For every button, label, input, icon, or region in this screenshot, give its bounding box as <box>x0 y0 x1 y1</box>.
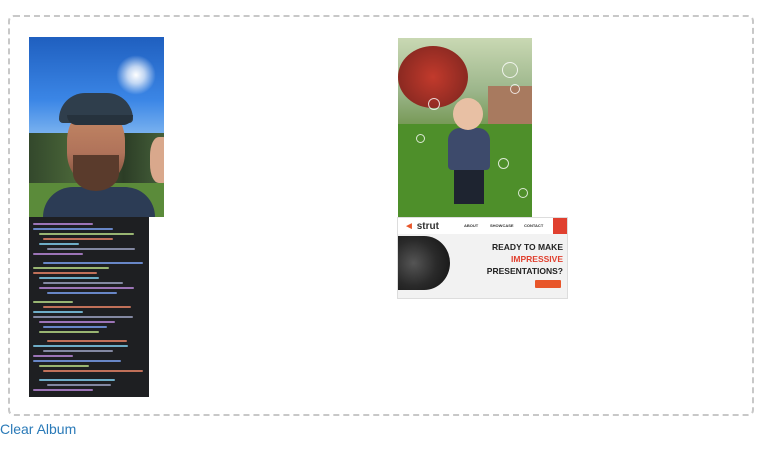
code-line <box>33 301 73 303</box>
code-line <box>33 360 121 362</box>
code-line <box>43 350 113 352</box>
code-line <box>39 287 134 289</box>
code-line <box>33 272 97 274</box>
code-line <box>33 345 128 347</box>
strut-hero-image <box>398 236 450 290</box>
strut-cta-button <box>535 280 561 288</box>
toddler-head <box>453 98 483 130</box>
bubble <box>498 158 509 169</box>
code-line <box>33 389 93 391</box>
strut-menu-showcase: SHOWCASE <box>490 223 514 228</box>
code-line <box>33 316 133 318</box>
code-line <box>39 365 89 367</box>
code-line <box>39 243 79 245</box>
strut-ribbon <box>553 218 567 234</box>
code-line <box>33 223 93 225</box>
album-screenshot-strut[interactable]: ◄ strut ABOUT SHOWCASE CONTACT READY TO … <box>397 217 568 299</box>
code-line <box>47 384 111 386</box>
bubble <box>416 134 425 143</box>
code-line <box>43 262 143 264</box>
code-line <box>39 331 99 333</box>
code-line <box>39 233 134 235</box>
code-line <box>39 277 99 279</box>
strut-headline-2: IMPRESSIVE <box>511 254 563 264</box>
code-line <box>33 355 73 357</box>
toddler-legs <box>454 168 484 204</box>
code-line <box>33 311 83 313</box>
shirt <box>43 187 155 217</box>
sun-glare <box>116 55 156 95</box>
code-line <box>47 248 135 250</box>
code-line <box>43 370 143 372</box>
bubble <box>518 188 528 198</box>
code-line <box>43 306 131 308</box>
strut-logo: ◄ strut <box>404 221 439 232</box>
code-line <box>33 253 83 255</box>
code-line <box>33 267 109 269</box>
album-photo-selfie[interactable] <box>29 37 164 217</box>
code-line <box>47 340 127 342</box>
album-photo-toddler[interactable] <box>398 38 532 217</box>
strut-navbar: ◄ strut ABOUT SHOWCASE CONTACT <box>398 218 567 234</box>
bubble <box>510 84 520 94</box>
bubble <box>502 62 518 78</box>
partial-person <box>150 137 164 183</box>
code-line <box>43 326 107 328</box>
beard <box>73 155 119 191</box>
strut-menu-about: ABOUT <box>464 223 479 228</box>
strut-headline-3: PRESENTATIONS? <box>486 266 563 276</box>
strut-headline-1: READY TO MAKE <box>491 242 563 252</box>
code-line <box>33 228 113 230</box>
code-line <box>47 292 117 294</box>
code-line <box>43 238 113 240</box>
album-screenshot-code[interactable] <box>29 217 149 397</box>
clear-album-link[interactable]: Clear Album <box>0 421 76 437</box>
code-line <box>39 379 115 381</box>
bubble <box>428 98 440 110</box>
cap-brim <box>67 115 133 125</box>
code-line <box>43 282 123 284</box>
toddler-body <box>448 128 490 170</box>
strut-menu-contact: CONTACT <box>524 223 544 228</box>
code-line <box>39 321 115 323</box>
